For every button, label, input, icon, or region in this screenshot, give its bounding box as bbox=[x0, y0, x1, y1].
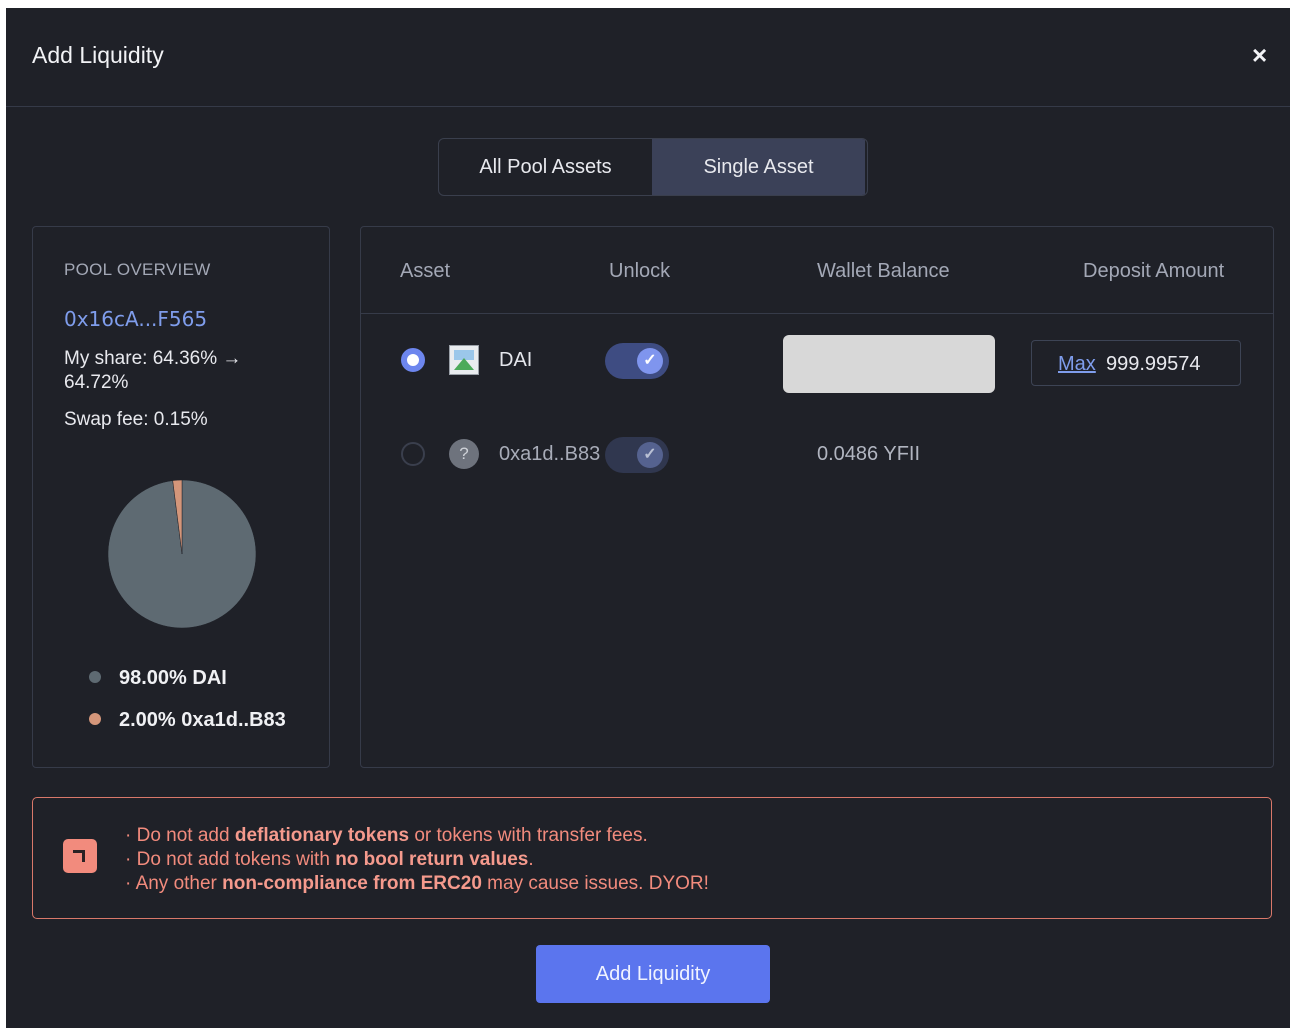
legend-item-0xa1d: 2.00% 0xa1d..B83 bbox=[89, 709, 286, 732]
token-image-icon bbox=[449, 345, 479, 375]
legend-dot bbox=[89, 712, 101, 725]
header-asset: Asset bbox=[400, 260, 451, 282]
check-icon: ✓ bbox=[637, 442, 663, 468]
asset-mode-toggle: All Pool Assets Single Asset bbox=[438, 138, 868, 196]
warning-line-3: · Any other non-compliance from ERC20 ma… bbox=[125, 873, 709, 894]
token-name: 0xa1d..B83 bbox=[499, 443, 601, 465]
pool-address-link[interactable]: 0x16cA...F565 bbox=[64, 307, 207, 331]
table-row: ? 0xa1d..B83 ✓ 0.0486 YFII bbox=[361, 426, 1273, 486]
assets-table: Asset Unlock Wallet Balance Deposit Amou… bbox=[360, 226, 1274, 768]
modal-header: Add Liquidity × bbox=[6, 8, 1290, 107]
close-icon[interactable]: × bbox=[1252, 42, 1267, 68]
pool-overview-heading: POOL OVERVIEW bbox=[64, 260, 211, 279]
unlock-toggle[interactable]: ✓ bbox=[605, 437, 669, 473]
modal-title: Add Liquidity bbox=[32, 42, 164, 68]
add-liquidity-button[interactable]: Add Liquidity bbox=[536, 945, 770, 1003]
legend-label: 2.00% 0xa1d..B83 bbox=[119, 709, 286, 731]
legend-dot bbox=[89, 670, 101, 683]
tab-single-asset[interactable]: Single Asset bbox=[652, 139, 865, 195]
token-name: DAI bbox=[499, 349, 533, 371]
header-unlock: Unlock bbox=[609, 260, 671, 282]
pool-overview-panel: POOL OVERVIEW 0x16cA...F565 My share: 64… bbox=[32, 226, 330, 768]
warning-line-1: · Do not add deflationary tokens or toke… bbox=[125, 825, 648, 846]
add-liquidity-modal: Add Liquidity × All Pool Assets Single A… bbox=[6, 8, 1290, 1028]
pool-composition-pie bbox=[107, 479, 257, 629]
header-wallet-balance: Wallet Balance bbox=[817, 260, 950, 282]
warning-text: · Do not add deflationary tokens or toke… bbox=[125, 824, 709, 896]
warning-line-2: · Do not add tokens with no bool return … bbox=[125, 849, 534, 870]
table-row: DAI ✓ Max 999.99574 bbox=[361, 332, 1273, 393]
legend-label: 98.00% DAI bbox=[119, 667, 227, 689]
question-mark-icon: ? bbox=[449, 439, 479, 469]
swap-fee-text: Swap fee: 0.15% bbox=[64, 409, 208, 430]
wallet-balance-placeholder bbox=[783, 335, 995, 393]
header-deposit-amount: Deposit Amount bbox=[1083, 260, 1225, 282]
legend-item-dai: 98.00% DAI bbox=[89, 667, 227, 690]
unlock-toggle[interactable]: ✓ bbox=[605, 343, 669, 379]
select-radio[interactable] bbox=[401, 348, 425, 372]
tab-all-pool-assets[interactable]: All Pool Assets bbox=[439, 139, 652, 195]
deposit-amount-input[interactable]: Max 999.99574 bbox=[1031, 340, 1241, 386]
warning-box: · Do not add deflationary tokens or toke… bbox=[32, 797, 1272, 919]
select-radio[interactable] bbox=[401, 442, 425, 466]
deposit-value[interactable]: 999.99574 bbox=[1106, 353, 1201, 376]
table-header: Asset Unlock Wallet Balance Deposit Amou… bbox=[361, 227, 1273, 314]
warning-icon bbox=[63, 839, 97, 873]
max-link[interactable]: Max bbox=[1058, 353, 1096, 376]
check-icon: ✓ bbox=[637, 348, 663, 374]
my-share-text: My share: 64.36% → 64.72% bbox=[64, 348, 242, 393]
wallet-balance: 0.0486 YFII bbox=[817, 443, 921, 465]
